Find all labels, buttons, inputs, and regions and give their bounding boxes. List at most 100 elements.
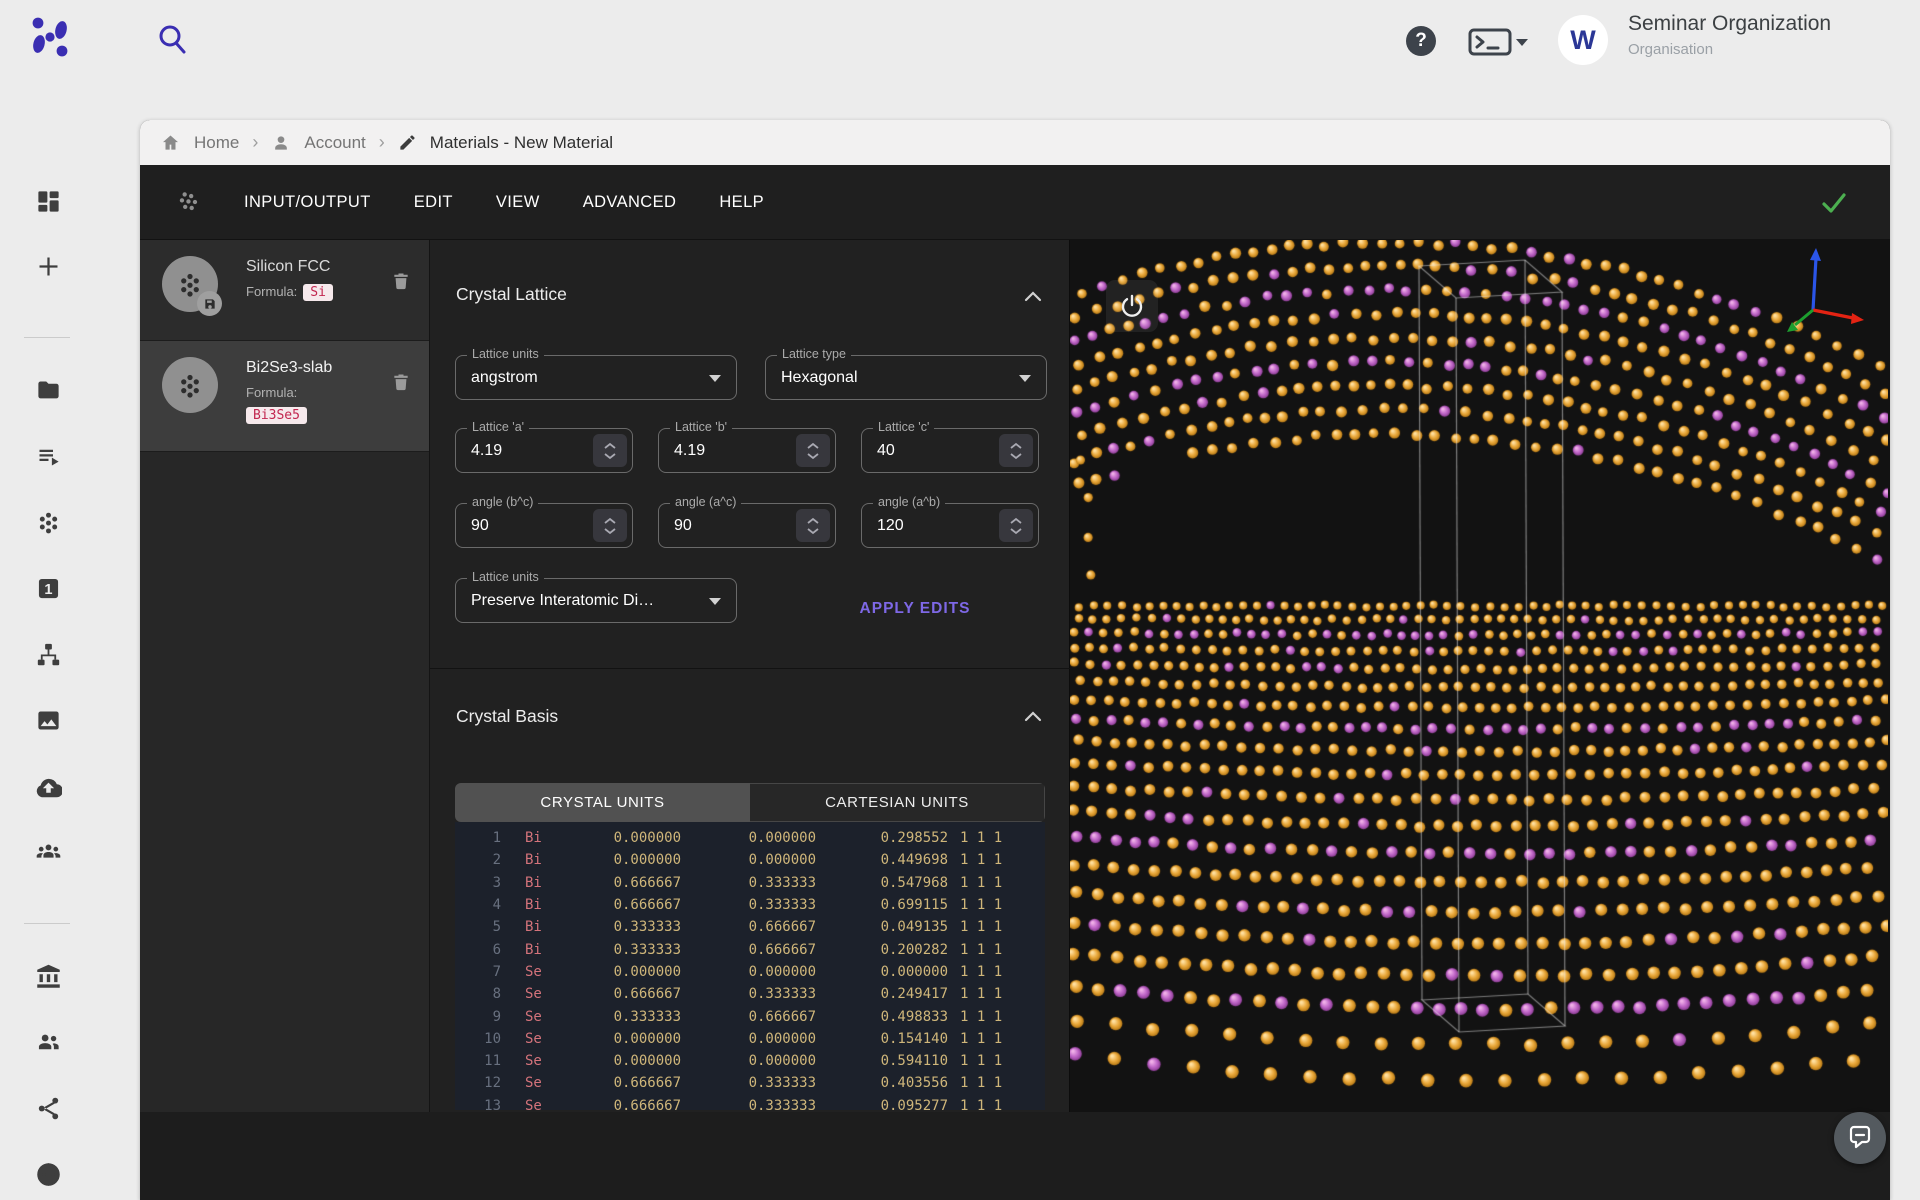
number-stepper[interactable]	[999, 509, 1033, 542]
lattice-a-input[interactable]: Lattice 'a' 4.19	[455, 428, 633, 473]
help-icon[interactable]: ?	[1406, 26, 1436, 56]
atoms-canvas[interactable]	[1070, 240, 1888, 1112]
atom-row[interactable]: 12Se0.6666670.3333330.4035561 1 1	[455, 1072, 1045, 1094]
delete-material-icon[interactable]	[391, 270, 411, 292]
formula-label: Formula:	[246, 385, 332, 400]
basis-coordinates-editor[interactable]: 1Bi0.0000000.0000000.2985521 1 12Bi0.000…	[455, 822, 1045, 1110]
account-icon	[271, 133, 291, 153]
user-avatar[interactable]: W	[1558, 15, 1608, 65]
field-label: Lattice 'a'	[467, 420, 529, 434]
field-label: angle (a^c)	[670, 495, 741, 509]
angle-beta-input[interactable]: angle (a^c) 90	[658, 503, 836, 548]
menu-advanced[interactable]: ADVANCED	[583, 193, 677, 212]
section-title-crystal-lattice: Crystal Lattice	[456, 284, 567, 305]
breadcrumb: Home › Account › Materials - New Materia…	[140, 120, 1890, 165]
share-icon[interactable]	[35, 1095, 62, 1122]
tab-crystal-units[interactable]: CRYSTAL UNITS	[455, 783, 750, 822]
workflow-icon[interactable]	[35, 641, 62, 668]
formula-label: Formula:	[246, 284, 297, 299]
image-icon[interactable]	[35, 707, 62, 734]
designer-menubar: INPUT/OUTPUT EDIT VIEW ADVANCED HELP	[140, 165, 1890, 240]
lattice-c-input[interactable]: Lattice 'c' 40	[861, 428, 1039, 473]
dashboard-icon[interactable]	[35, 188, 62, 215]
atom-row[interactable]: 9Se0.3333330.6666670.4988331 1 1	[455, 1005, 1045, 1027]
svg-text:1: 1	[44, 582, 52, 598]
add-icon[interactable]	[35, 253, 62, 280]
window-footer	[140, 1112, 1890, 1200]
collapse-chevron-icon[interactable]	[1024, 710, 1042, 722]
material-avatar	[162, 357, 218, 413]
menu-help[interactable]: HELP	[719, 193, 764, 212]
power-icon[interactable]	[1106, 280, 1158, 332]
atom-row[interactable]: 10Se0.0000000.0000000.1541401 1 1	[455, 1028, 1045, 1050]
field-value: angstrom	[456, 356, 686, 399]
designer-content: Silicon FCC Formula:Si Bi2Se3-slab Formu…	[140, 240, 1890, 1112]
lattice-type-select[interactable]: Lattice type Hexagonal	[765, 355, 1047, 400]
check-icon[interactable]	[1820, 189, 1848, 217]
menu-view[interactable]: VIEW	[496, 193, 540, 212]
breadcrumb-account[interactable]: Account	[304, 133, 365, 153]
apply-edits-button[interactable]: APPLY EDITS	[830, 592, 1000, 626]
atom-row[interactable]: 1Bi0.0000000.0000000.2985521 1 1	[455, 827, 1045, 849]
molecule-icon[interactable]	[35, 509, 62, 536]
field-label: Lattice 'b'	[670, 420, 732, 434]
playlist-icon[interactable]	[35, 443, 62, 470]
breadcrumb-home[interactable]: Home	[194, 133, 239, 153]
search-icon[interactable]	[155, 22, 191, 58]
menu-edit[interactable]: EDIT	[414, 193, 453, 212]
tab-cartesian-units[interactable]: CARTESIAN UNITS	[750, 783, 1045, 822]
dropdown-caret-icon	[709, 598, 721, 605]
atom-row[interactable]: 3Bi0.6666670.3333330.5479681 1 1	[455, 872, 1045, 894]
lattice-b-input[interactable]: Lattice 'b' 4.19	[658, 428, 836, 473]
atom-row[interactable]: 6Bi0.3333330.6666670.2002821 1 1	[455, 938, 1045, 960]
sidebar-divider	[24, 923, 70, 924]
material-item-bi2se3-slab[interactable]: Bi2Se3-slab Formula: Bi3Se5	[140, 341, 429, 452]
number-stepper[interactable]	[593, 434, 627, 467]
menu-input-output[interactable]: INPUT/OUTPUT	[244, 193, 371, 212]
material-item-silicon-fcc[interactable]: Silicon FCC Formula:Si	[140, 240, 429, 341]
chat-icon[interactable]	[1834, 1112, 1886, 1164]
atom-row[interactable]: 13Se0.6666670.3333330.0952771 1 1	[455, 1095, 1045, 1110]
top-app-bar: ? W Seminar Organization Organisation	[0, 0, 1920, 85]
materials-designer-window: Home › Account › Materials - New Materia…	[140, 120, 1890, 1200]
collapse-chevron-icon[interactable]	[1024, 290, 1042, 302]
number-stepper[interactable]	[593, 509, 627, 542]
viewer-3d[interactable]	[1070, 240, 1890, 1112]
number-stepper[interactable]	[796, 434, 830, 467]
axes-gizmo[interactable]	[1773, 242, 1868, 342]
home-icon	[160, 133, 181, 153]
brand-logo-icon[interactable]	[28, 15, 72, 59]
lattice-units-select[interactable]: Lattice units angstrom	[455, 355, 737, 400]
edit-units-select[interactable]: Lattice units Preserve Interatomic Di…	[455, 578, 737, 623]
atom-row[interactable]: 11Se0.0000000.0000000.5941101 1 1	[455, 1050, 1045, 1072]
material-avatar	[162, 256, 218, 312]
saved-badge-icon	[197, 291, 222, 316]
field-value: Hexagonal	[766, 356, 996, 399]
angle-gamma-input[interactable]: angle (a^b) 120	[861, 503, 1039, 548]
number-stepper[interactable]	[796, 509, 830, 542]
atom-row[interactable]: 5Bi0.3333330.6666670.0491351 1 1	[455, 916, 1045, 938]
unit-cell-1-icon[interactable]: 1	[35, 575, 62, 602]
field-label: Lattice type	[777, 347, 851, 361]
field-label: Lattice 'c'	[873, 420, 934, 434]
number-stepper[interactable]	[999, 434, 1033, 467]
cloud-upload-icon[interactable]	[35, 773, 62, 800]
atom-row[interactable]: 7Se0.0000000.0000000.0000001 1 1	[455, 961, 1045, 983]
atom-row[interactable]: 4Bi0.6666670.3333330.6991151 1 1	[455, 894, 1045, 916]
materials-list-panel: Silicon FCC Formula:Si Bi2Se3-slab Formu…	[140, 240, 430, 1112]
team-icon[interactable]	[35, 839, 62, 866]
folder-icon[interactable]	[35, 377, 62, 404]
dropdown-caret-icon	[709, 375, 721, 382]
atom-row[interactable]: 8Se0.6666670.3333330.2494171 1 1	[455, 983, 1045, 1005]
delete-material-icon[interactable]	[391, 371, 411, 393]
bank-icon[interactable]	[35, 963, 62, 990]
chevron-right-icon: ›	[252, 132, 258, 153]
terminal-icon[interactable]	[1468, 28, 1530, 56]
dropdown-caret-icon	[1019, 375, 1031, 382]
angle-alpha-input[interactable]: angle (b^c) 90	[455, 503, 633, 548]
breadcrumb-current: Materials - New Material	[430, 133, 613, 153]
globe-icon[interactable]	[35, 1161, 62, 1188]
atom-row[interactable]: 2Bi0.0000000.0000000.4496981 1 1	[455, 849, 1045, 871]
field-label: angle (a^b)	[873, 495, 945, 509]
users-icon[interactable]	[35, 1029, 62, 1056]
